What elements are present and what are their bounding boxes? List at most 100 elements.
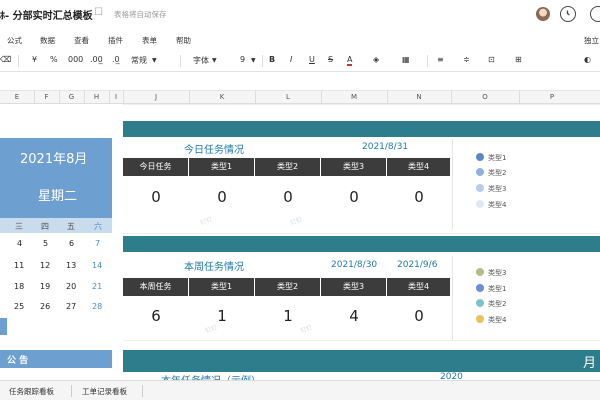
column-header-i[interactable]: I bbox=[109, 93, 123, 101]
calendar-header: 2021年8月 星期二 bbox=[0, 138, 112, 218]
today-value[interactable]: 0 bbox=[189, 188, 255, 206]
calendar-day[interactable]: 27 bbox=[66, 302, 76, 311]
calendar-day[interactable]: 13 bbox=[66, 261, 76, 270]
align-icon[interactable]: ≡ bbox=[437, 55, 444, 64]
thousands-button[interactable]: 000 bbox=[68, 55, 83, 64]
watermark: 钉钉 bbox=[289, 216, 304, 227]
legend-label: 类型3 bbox=[488, 185, 507, 193]
title-bar: ﾎ- 分部实时汇总模板 ☐ 表格将自动保存 bbox=[0, 0, 600, 30]
bookmark-icon[interactable]: ☐ bbox=[94, 7, 103, 18]
decrease-decimal-button[interactable]: .00̲ bbox=[90, 55, 103, 64]
more-icon[interactable] bbox=[590, 6, 600, 22]
today-value[interactable]: 0 bbox=[321, 188, 387, 206]
column-header-l[interactable]: L bbox=[255, 93, 321, 101]
legend-swatch bbox=[476, 200, 484, 208]
calendar-day[interactable]: 5 bbox=[43, 239, 48, 248]
legend-swatch bbox=[476, 268, 484, 276]
underline-button[interactable]: U bbox=[309, 55, 315, 64]
table-header-cell: 本周任务 bbox=[123, 278, 189, 296]
number-format-select[interactable]: 常规 bbox=[131, 55, 147, 66]
percent-button[interactable]: % bbox=[50, 55, 58, 64]
table-header-cell: 类型2 bbox=[255, 278, 321, 296]
legend-label: 类型4 bbox=[488, 201, 507, 209]
week-value[interactable]: 1 bbox=[255, 307, 321, 325]
legend-swatch bbox=[476, 168, 484, 176]
column-header-j[interactable]: J bbox=[123, 93, 189, 101]
borders-icon[interactable]: ▦ bbox=[402, 55, 410, 64]
autosave-status: 表格将自动保存 bbox=[114, 10, 167, 19]
calendar-day[interactable]: 28 bbox=[92, 302, 102, 311]
column-header-e[interactable]: E bbox=[0, 93, 34, 101]
calendar-day[interactable]: 25 bbox=[14, 302, 24, 311]
menu-view[interactable]: 查看 bbox=[74, 35, 89, 46]
document-title[interactable]: ﾎ- 分部实时汇总模板 bbox=[0, 7, 93, 22]
today-date: 2021/8/31 bbox=[362, 142, 409, 152]
menu-formula[interactable]: 公式 bbox=[7, 35, 22, 46]
merge-icon[interactable]: ⊡ bbox=[488, 55, 495, 64]
calendar-marker bbox=[0, 318, 7, 335]
column-header-h[interactable]: H bbox=[84, 93, 109, 101]
font-select[interactable]: 字体 bbox=[193, 55, 209, 66]
week-chart-legend[interactable]: 类型3 类型1 类型2 类型4 bbox=[452, 256, 600, 340]
chevron-down-icon[interactable]: ▼ bbox=[152, 57, 157, 64]
today-chart-legend[interactable]: 类型1 类型2 类型3 类型4 bbox=[452, 139, 600, 230]
italic-button[interactable]: I bbox=[290, 55, 292, 64]
calendar-day[interactable]: 11 bbox=[14, 261, 24, 270]
calendar-day[interactable]: 26 bbox=[40, 302, 50, 311]
today-value[interactable]: 0 bbox=[255, 188, 321, 206]
legend-swatch bbox=[476, 299, 484, 307]
legend-swatch bbox=[476, 315, 484, 323]
strikethrough-button[interactable]: S bbox=[328, 55, 333, 64]
calendar-day[interactable]: 14 bbox=[92, 261, 102, 270]
menu-plugins[interactable]: 插件 bbox=[108, 35, 123, 46]
currency-button[interactable]: ¥ bbox=[32, 55, 37, 64]
vertical-align-icon[interactable]: ≑ bbox=[463, 55, 470, 64]
calendar-day[interactable]: 21 bbox=[92, 282, 102, 291]
calendar-day[interactable]: 18 bbox=[14, 282, 24, 291]
column-header-row: E F G H I J K L M N O P bbox=[0, 90, 600, 104]
column-header-k[interactable]: K bbox=[189, 93, 255, 101]
history-icon[interactable] bbox=[560, 6, 576, 22]
calendar-day[interactable]: 6 bbox=[69, 239, 74, 248]
week-value[interactable]: 6 bbox=[123, 307, 189, 325]
increase-decimal-button[interactable]: .0̲ bbox=[112, 55, 120, 64]
week-value[interactable]: 0 bbox=[387, 307, 451, 325]
today-value[interactable]: 0 bbox=[123, 188, 189, 206]
menu-form[interactable]: 表单 bbox=[142, 35, 157, 46]
column-header-n[interactable]: N bbox=[387, 93, 451, 101]
column-header-m[interactable]: M bbox=[321, 93, 387, 101]
menu-help[interactable]: 帮助 bbox=[176, 35, 191, 46]
wrap-icon[interactable]: ⊞ bbox=[515, 55, 522, 64]
column-header-o[interactable]: O bbox=[451, 93, 519, 101]
today-value[interactable]: 0 bbox=[387, 188, 451, 206]
column-header-g[interactable]: G bbox=[59, 93, 84, 101]
column-header-f[interactable]: F bbox=[34, 93, 59, 101]
font-color-button[interactable]: A bbox=[347, 55, 353, 66]
sheet-tab-work-orders[interactable]: 工单记录看板 bbox=[82, 386, 127, 397]
legend-label: 类型2 bbox=[488, 300, 507, 308]
week-value[interactable]: 4 bbox=[321, 307, 387, 325]
menu-data[interactable]: 数据 bbox=[40, 35, 55, 46]
calendar-day[interactable]: 7 bbox=[95, 239, 100, 248]
weekday-label: 五 bbox=[67, 222, 75, 231]
fill-color-icon[interactable]: ◈ bbox=[373, 55, 379, 64]
calendar-day[interactable]: 20 bbox=[66, 282, 76, 291]
week-value[interactable]: 1 bbox=[189, 307, 255, 325]
calendar-day[interactable]: 19 bbox=[40, 282, 50, 291]
column-header-p[interactable]: P bbox=[519, 93, 585, 101]
weekday-label: 四 bbox=[41, 222, 49, 231]
bold-button[interactable]: B bbox=[269, 55, 275, 64]
menu-standalone[interactable]: 独立 bbox=[584, 35, 599, 46]
font-size-select[interactable]: 9 bbox=[240, 55, 245, 64]
chevron-down-icon[interactable]: ▼ bbox=[251, 57, 256, 64]
more-tools-icon[interactable]: ◐ bbox=[584, 55, 591, 64]
calendar-day[interactable]: 4 bbox=[17, 239, 22, 248]
calendar-day[interactable]: 12 bbox=[40, 261, 50, 270]
eraser-icon[interactable]: ⌫ bbox=[0, 55, 11, 64]
chevron-down-icon[interactable]: ▼ bbox=[212, 57, 217, 64]
sheet-tab-task-tracking[interactable]: 任务跟踪看板 bbox=[9, 386, 54, 397]
avatar[interactable] bbox=[536, 7, 550, 21]
legend-swatch bbox=[476, 184, 484, 192]
legend-label: 类型1 bbox=[488, 154, 507, 162]
today-title: 今日任务情况 bbox=[184, 145, 244, 156]
